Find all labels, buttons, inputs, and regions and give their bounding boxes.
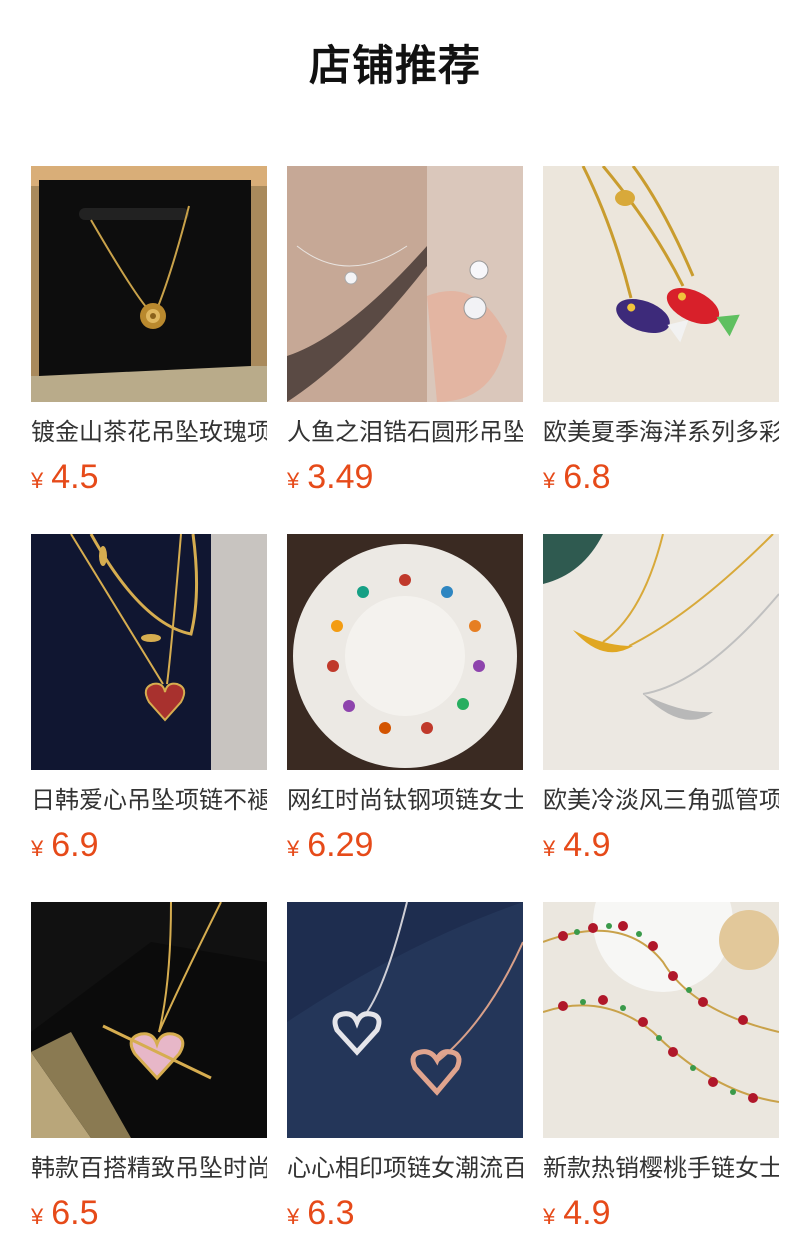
cherry-bracelet-image[interactable] xyxy=(543,902,779,1138)
currency-symbol: ¥ xyxy=(543,468,556,493)
product-card[interactable]: 新款热销樱桃手链女士饰品 ¥ 4.9 xyxy=(543,902,779,1232)
product-name[interactable]: 人鱼之泪锆石圆形吊坠项链 xyxy=(287,416,523,448)
crystal-necklace-image[interactable] xyxy=(287,166,523,402)
product-name[interactable]: 欧美夏季海洋系列多彩小鱼项链 xyxy=(543,416,779,448)
arrow-heart-necklace-image[interactable] xyxy=(31,902,267,1138)
curve-tube-necklace-image[interactable] xyxy=(543,534,779,770)
product-price: ¥ 6.9 xyxy=(31,826,267,865)
heart-necklace-image[interactable] xyxy=(31,534,267,770)
product-card[interactable]: 欧美冷淡风三角弧管项链 ¥ 4.9 xyxy=(543,534,779,864)
product-card[interactable]: 日韩爱心吊坠项链不褪色 ¥ 6.9 xyxy=(31,534,267,864)
product-price: ¥ 4.9 xyxy=(543,826,779,865)
currency-symbol: ¥ xyxy=(31,1204,44,1229)
product-name[interactable]: 欧美冷淡风三角弧管项链 xyxy=(543,784,779,816)
currency-symbol: ¥ xyxy=(543,1204,556,1229)
rose-necklace-image[interactable] xyxy=(31,166,267,402)
price-value: 6.29 xyxy=(307,826,374,864)
product-card[interactable]: 韩款百搭精致吊坠时尚项链 ¥ 6.5 xyxy=(31,902,267,1232)
product-name[interactable]: 韩款百搭精致吊坠时尚项链 xyxy=(31,1152,267,1184)
product-price: ¥ 6.5 xyxy=(31,1194,267,1233)
product-price: ¥ 4.5 xyxy=(31,458,267,497)
fish-necklace-image[interactable] xyxy=(543,166,779,402)
product-card[interactable]: 欧美夏季海洋系列多彩小鱼项链 ¥ 6.8 xyxy=(543,166,779,496)
product-price: ¥ 6.29 xyxy=(287,826,523,865)
linked-hearts-necklace-image[interactable] xyxy=(287,902,523,1138)
product-name[interactable]: 镀金山茶花吊坠玫瑰项链 xyxy=(31,416,267,448)
plate-necklaces-image[interactable] xyxy=(287,534,523,770)
price-value: 6.5 xyxy=(51,1194,99,1232)
page-title: 店铺推荐 xyxy=(308,41,481,90)
currency-symbol: ¥ xyxy=(287,836,300,861)
product-price: ¥ 6.3 xyxy=(287,1194,523,1233)
product-card[interactable]: 人鱼之泪锆石圆形吊坠项链 ¥ 3.49 xyxy=(287,166,523,496)
product-name[interactable]: 新款热销樱桃手链女士饰品 xyxy=(543,1152,779,1184)
product-name[interactable]: 心心相印项链女潮流百搭 xyxy=(287,1152,523,1184)
price-value: 4.9 xyxy=(563,826,611,864)
currency-symbol: ¥ xyxy=(287,1204,300,1229)
product-price: ¥ 3.49 xyxy=(287,458,523,497)
price-value: 6.9 xyxy=(51,826,99,864)
product-card[interactable]: 网红时尚钛钢项链女士吊坠 ¥ 6.29 xyxy=(287,534,523,864)
price-value: 4.5 xyxy=(51,458,99,496)
price-value: 6.8 xyxy=(563,458,611,496)
price-value: 3.49 xyxy=(307,458,374,496)
currency-symbol: ¥ xyxy=(287,468,300,493)
product-price: ¥ 6.8 xyxy=(543,458,779,497)
price-value: 4.9 xyxy=(563,1194,611,1232)
price-value: 6.3 xyxy=(307,1194,355,1232)
currency-symbol: ¥ xyxy=(543,836,556,861)
product-price: ¥ 4.9 xyxy=(543,1194,779,1233)
product-name[interactable]: 网红时尚钛钢项链女士吊坠 xyxy=(287,784,523,816)
product-card[interactable]: 镀金山茶花吊坠玫瑰项链 ¥ 4.5 xyxy=(31,166,267,496)
currency-symbol: ¥ xyxy=(31,468,44,493)
product-card[interactable]: 心心相印项链女潮流百搭 ¥ 6.3 xyxy=(287,902,523,1232)
currency-symbol: ¥ xyxy=(31,836,44,861)
product-name[interactable]: 日韩爱心吊坠项链不褪色 xyxy=(31,784,267,816)
